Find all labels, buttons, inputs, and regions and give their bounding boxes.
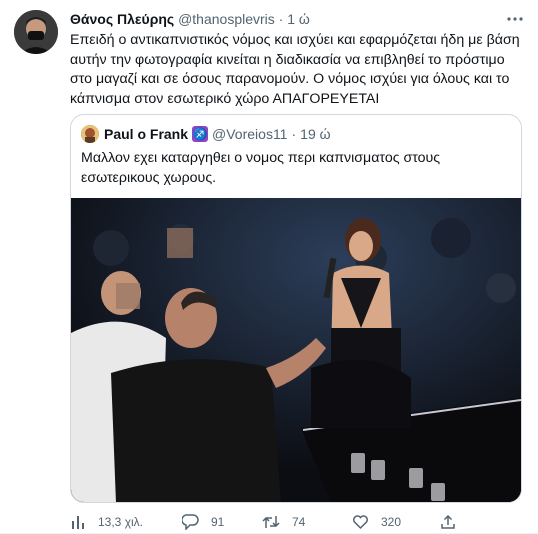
retweet-button[interactable]: 74 (262, 514, 305, 530)
like-count: 320 (381, 515, 402, 529)
author-name[interactable]: Θάνος Πλεύρης (70, 11, 174, 27)
analytics-icon (72, 516, 84, 529)
quoted-avatar[interactable] (81, 125, 99, 143)
quoted-photo[interactable] (71, 198, 521, 502)
quoted-time: 19 ώ (300, 126, 331, 142)
views-count: 13,3 χιλ. (98, 515, 143, 529)
quoted-author-handle[interactable]: @Voreios11 (212, 125, 287, 143)
action-bar: 13,3 χιλ. 91 74 320 (70, 514, 530, 532)
tweet-time[interactable]: 1 ώ (287, 11, 310, 27)
retweet-count: 74 (292, 515, 306, 529)
zodiac-sagittarius-icon: ♐ (192, 126, 209, 142)
separator: · (291, 126, 297, 142)
reply-icon (182, 514, 199, 530)
author-avatar[interactable] (14, 10, 58, 54)
more-icon[interactable] (506, 10, 524, 33)
tweet[interactable]: Θάνος Πλεύρης @thanosplevris · 1 ώ Επειδ… (0, 0, 538, 534)
views-button[interactable]: 13,3 χιλ. (70, 514, 143, 530)
like-icon (353, 515, 368, 530)
separator: · (278, 11, 284, 27)
share-button[interactable] (440, 514, 468, 530)
quoted-header: Paul o Frank ♐ @Voreios11 · 19 ώ (81, 125, 331, 143)
reply-button[interactable]: 91 (182, 514, 224, 530)
tweet-header: Θάνος Πλεύρης @thanosplevris · 1 ώ (70, 10, 310, 28)
share-icon (441, 514, 455, 529)
quoted-tweet[interactable]: Paul o Frank ♐ @Voreios11 · 19 ώ Μαλλον … (70, 114, 522, 503)
reply-count: 91 (211, 515, 225, 529)
tweet-text: Επειδή ο αντικαπνιστικός νόμος και ισχύε… (70, 32, 520, 107)
retweet-icon (262, 516, 280, 528)
author-handle[interactable]: @thanosplevris (178, 11, 275, 27)
quoted-text: Μαλλον εχει καταργηθει ο νομος περι καπν… (81, 150, 441, 186)
like-button[interactable]: 320 (352, 514, 401, 530)
quoted-author-name[interactable]: Paul o Frank (104, 125, 188, 143)
